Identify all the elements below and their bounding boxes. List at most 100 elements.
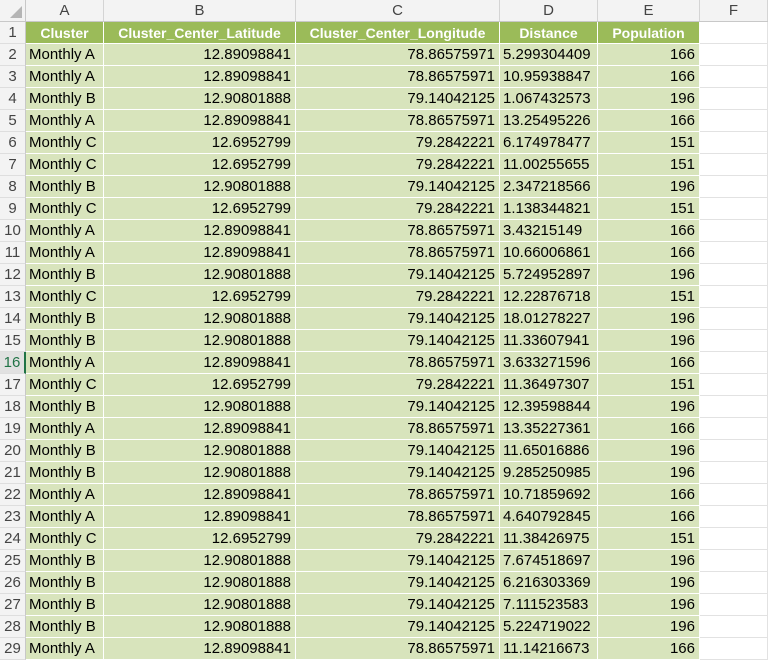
distance-cell[interactable]: 3.43215149	[500, 220, 598, 242]
column-header-e[interactable]: E	[598, 0, 700, 21]
row-number[interactable]: 16	[0, 352, 26, 374]
empty-cell[interactable]	[700, 154, 768, 176]
distance-cell[interactable]: 11.14216673	[500, 638, 598, 660]
population-cell[interactable]: 166	[598, 242, 700, 264]
empty-cell[interactable]	[700, 550, 768, 572]
longitude-cell[interactable]: 78.86575971	[296, 638, 500, 660]
latitude-cell[interactable]: 12.89098841	[104, 418, 296, 440]
latitude-cell[interactable]: 12.89098841	[104, 506, 296, 528]
cluster-cell[interactable]: Monthly B	[26, 264, 104, 286]
population-cell[interactable]: 196	[598, 264, 700, 286]
longitude-cell[interactable]: 79.14042125	[296, 594, 500, 616]
empty-cell[interactable]	[700, 88, 768, 110]
cluster-cell[interactable]: Monthly C	[26, 132, 104, 154]
distance-cell[interactable]: 2.347218566	[500, 176, 598, 198]
distance-cell[interactable]: 10.71859692	[500, 484, 598, 506]
latitude-cell[interactable]: 12.6952799	[104, 286, 296, 308]
latitude-cell[interactable]: 12.90801888	[104, 330, 296, 352]
population-cell[interactable]: 196	[598, 462, 700, 484]
latitude-cell[interactable]: 12.90801888	[104, 594, 296, 616]
distance-cell[interactable]: 18.01278227	[500, 308, 598, 330]
row-number[interactable]: 11	[0, 242, 26, 264]
distance-cell[interactable]: 3.633271596	[500, 352, 598, 374]
distance-cell[interactable]: 13.25495226	[500, 110, 598, 132]
longitude-cell[interactable]: 79.14042125	[296, 550, 500, 572]
population-cell[interactable]: 151	[598, 374, 700, 396]
population-cell[interactable]: 196	[598, 616, 700, 638]
longitude-cell[interactable]: 78.86575971	[296, 484, 500, 506]
cluster-cell[interactable]: Monthly A	[26, 352, 104, 374]
distance-cell[interactable]: 12.22876718	[500, 286, 598, 308]
population-cell[interactable]: 151	[598, 528, 700, 550]
cluster-cell[interactable]: Monthly A	[26, 110, 104, 132]
population-cell[interactable]: 166	[598, 220, 700, 242]
empty-cell[interactable]	[700, 440, 768, 462]
column-header-b[interactable]: B	[104, 0, 296, 21]
empty-cell[interactable]	[700, 66, 768, 88]
population-cell[interactable]: 196	[598, 440, 700, 462]
row-number[interactable]: 15	[0, 330, 26, 352]
population-cell[interactable]: 166	[598, 638, 700, 660]
longitude-cell[interactable]: 78.86575971	[296, 220, 500, 242]
row-number[interactable]: 4	[0, 88, 26, 110]
distance-cell[interactable]: 12.39598844	[500, 396, 598, 418]
latitude-cell[interactable]: 12.89098841	[104, 110, 296, 132]
cluster-cell[interactable]: Monthly B	[26, 440, 104, 462]
row-number[interactable]: 25	[0, 550, 26, 572]
distance-cell[interactable]: 7.111523583	[500, 594, 598, 616]
distance-cell[interactable]: 5.724952897	[500, 264, 598, 286]
row-number[interactable]: 22	[0, 484, 26, 506]
row-number[interactable]: 3	[0, 66, 26, 88]
cluster-cell[interactable]: Monthly B	[26, 462, 104, 484]
empty-cell[interactable]	[700, 594, 768, 616]
population-cell[interactable]: 151	[598, 286, 700, 308]
header-cell-cluster[interactable]: Cluster	[26, 22, 104, 44]
row-number[interactable]: 1	[0, 22, 26, 44]
latitude-cell[interactable]: 12.89098841	[104, 242, 296, 264]
cluster-cell[interactable]: Monthly A	[26, 66, 104, 88]
longitude-cell[interactable]: 79.14042125	[296, 330, 500, 352]
distance-cell[interactable]: 1.138344821	[500, 198, 598, 220]
empty-cell[interactable]	[700, 308, 768, 330]
population-cell[interactable]: 151	[598, 132, 700, 154]
row-number[interactable]: 6	[0, 132, 26, 154]
distance-cell[interactable]: 11.33607941	[500, 330, 598, 352]
latitude-cell[interactable]: 12.90801888	[104, 88, 296, 110]
cluster-cell[interactable]: Monthly A	[26, 242, 104, 264]
row-number[interactable]: 20	[0, 440, 26, 462]
row-number[interactable]: 29	[0, 638, 26, 660]
cluster-cell[interactable]: Monthly C	[26, 154, 104, 176]
latitude-cell[interactable]: 12.90801888	[104, 176, 296, 198]
empty-cell[interactable]	[700, 506, 768, 528]
distance-cell[interactable]: 11.00255655	[500, 154, 598, 176]
population-cell[interactable]: 166	[598, 110, 700, 132]
population-cell[interactable]: 151	[598, 198, 700, 220]
row-number[interactable]: 7	[0, 154, 26, 176]
latitude-cell[interactable]: 12.90801888	[104, 308, 296, 330]
cluster-cell[interactable]: Monthly B	[26, 550, 104, 572]
distance-cell[interactable]: 7.674518697	[500, 550, 598, 572]
cluster-cell[interactable]: Monthly A	[26, 506, 104, 528]
population-cell[interactable]: 166	[598, 418, 700, 440]
latitude-cell[interactable]: 12.89098841	[104, 66, 296, 88]
empty-cell[interactable]	[700, 132, 768, 154]
empty-cell[interactable]	[700, 44, 768, 66]
population-cell[interactable]: 166	[598, 66, 700, 88]
latitude-cell[interactable]: 12.90801888	[104, 440, 296, 462]
empty-cell[interactable]	[700, 396, 768, 418]
cluster-cell[interactable]: Monthly B	[26, 616, 104, 638]
population-cell[interactable]: 196	[598, 330, 700, 352]
population-cell[interactable]: 166	[598, 352, 700, 374]
row-number[interactable]: 9	[0, 198, 26, 220]
row-number[interactable]: 27	[0, 594, 26, 616]
longitude-cell[interactable]: 79.2842221	[296, 132, 500, 154]
select-all-corner[interactable]	[0, 0, 26, 21]
empty-cell[interactable]	[700, 286, 768, 308]
latitude-cell[interactable]: 12.6952799	[104, 198, 296, 220]
distance-cell[interactable]: 13.35227361	[500, 418, 598, 440]
empty-cell[interactable]	[700, 220, 768, 242]
longitude-cell[interactable]: 79.2842221	[296, 154, 500, 176]
cluster-cell[interactable]: Monthly B	[26, 88, 104, 110]
distance-cell[interactable]: 5.299304409	[500, 44, 598, 66]
cluster-cell[interactable]: Monthly B	[26, 396, 104, 418]
